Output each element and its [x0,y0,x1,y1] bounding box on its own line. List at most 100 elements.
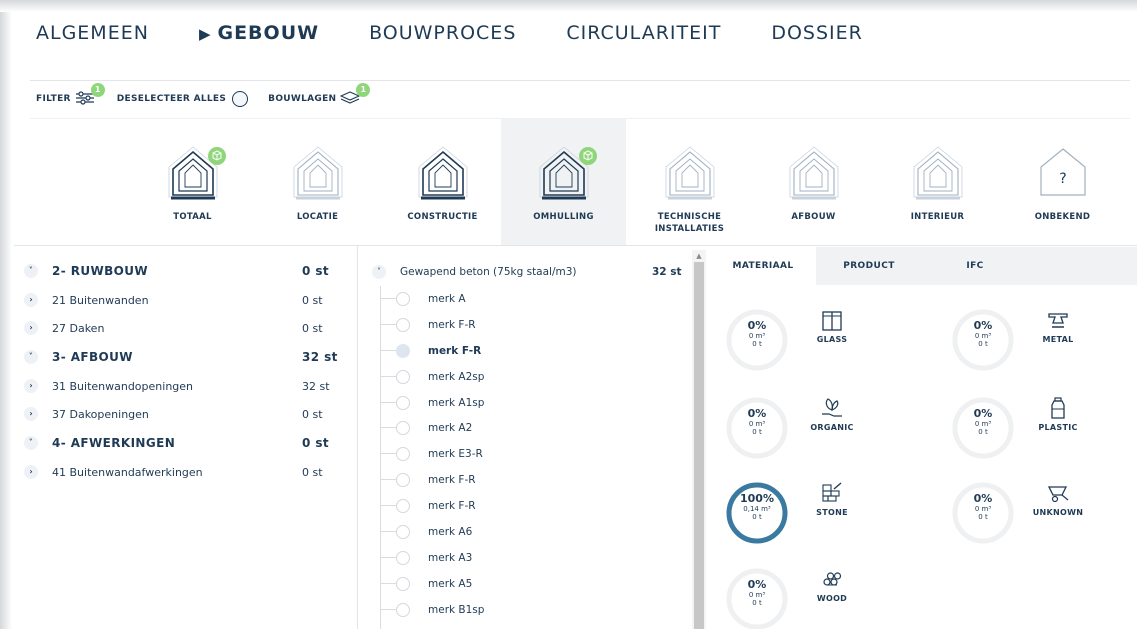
layers-button[interactable]: BOUWLAGEN 1 [268,82,371,108]
tab-materiaal[interactable]: MATERIAAL [710,247,816,285]
material-percent: 0% [973,492,993,505]
chevron-down-icon[interactable]: ˅ [24,264,38,278]
category-constructie[interactable]: CONSTRUCTIE [380,119,505,245]
material-plastic[interactable]: 0% 0 m³ 0 t PLASTIC [950,395,1110,475]
material-wood[interactable]: 0% 0 m³ 0 t WOOD [724,566,884,629]
tab-ifc[interactable]: IFC [922,247,1028,285]
svg-text:?: ? [1059,171,1066,187]
material-stone[interactable]: 100% 0,14 m³ 0 t STONE [724,480,884,560]
material-item[interactable]: merk A1sp [366,390,692,416]
material-glass[interactable]: 0% 0 m³ 0 t GLASS [724,307,884,387]
material-label: UNKNOWN [1032,508,1084,517]
window-shadow-top [0,0,1137,12]
layers-label: BOUWLAGEN [268,94,337,104]
tree-row-name: 27 Daken [52,321,105,335]
material-weight: 0 t [978,340,988,348]
chevron-right-icon[interactable]: › [24,465,38,479]
material-item[interactable]: merk A2 [366,415,692,441]
tree-group-row[interactable]: ˅ 3- AFBOUW 32 st [18,342,356,372]
chevron-down-icon[interactable]: ˅ [24,436,38,450]
tree-group-row[interactable]: ˅ 2- RUWBOUW 0 st [18,256,356,286]
category-onbekend[interactable]: ? ONBEKEND [1000,119,1125,245]
material-item-name: merk F-R [428,500,476,513]
material-metal[interactable]: 0% 0 m³ 0 t METAL [950,307,1110,387]
tab-bouwproces[interactable]: BOUWPROCES [369,22,516,44]
material-item[interactable]: merk F-R [366,338,692,364]
tree-item-row[interactable]: › 21 Buitenwanden 0 st [18,286,356,314]
anvil-icon [1048,313,1068,328]
material-item-name: merk A5 [428,577,473,590]
material-item[interactable]: merk A3 [366,545,692,571]
category-label: OMHULLING [533,212,594,222]
select-circle-icon[interactable] [396,602,410,617]
main-navigation: ALGEMEEN ▶ GEBOUW BOUWPROCES CIRCULARITEI… [36,18,913,48]
tree-group-row[interactable]: ˅ 4- AFWERKINGEN 0 st [18,428,356,458]
category-omhulling[interactable]: OMHULLING [501,119,626,245]
select-circle-icon[interactable] [396,550,410,565]
material-item[interactable]: merk A [366,286,692,312]
category-label: ONBEKEND [1034,212,1091,222]
material-volume: 0 m³ [974,420,992,428]
tree-connector-stub [380,453,396,455]
tab-gebouw[interactable]: ▶ GEBOUW [199,22,319,44]
chevron-right-icon[interactable]: › [24,293,38,307]
chevron-right-icon[interactable]: › [24,407,38,421]
category-afbouw[interactable]: AFBOUW [751,119,876,245]
select-circle-icon[interactable] [396,369,410,384]
select-circle-icon[interactable] [396,317,410,332]
material-item[interactable]: merk B1sp [366,597,692,623]
house-icon [418,146,468,200]
scrollbar-thumb[interactable] [694,262,704,629]
material-group-header[interactable]: ˅ Gewapend beton (75kg staal/m3) 32 st [366,258,692,286]
material-unknown[interactable]: 0% 0 m³ 0 t UNKNOWN [950,480,1110,560]
select-circle-icon[interactable] [396,343,410,358]
filter-label: FILTER [36,94,71,104]
select-circle-icon[interactable] [396,473,410,488]
tab-algemeen[interactable]: ALGEMEEN [36,22,149,44]
select-circle-icon[interactable] [396,421,410,436]
select-circle-icon[interactable] [396,447,410,462]
category-locatie[interactable]: LOCATIE [255,119,380,245]
category-technische-installaties[interactable]: TECHNISCHE INSTALLATIES [627,119,752,245]
tree-item-row[interactable]: › 31 Buitenwandopeningen 32 st [18,372,356,400]
wheelbarrow-icon [1047,486,1069,503]
tree-row-count: 32 st [302,379,330,393]
tree-item-row[interactable]: › 27 Daken 0 st [18,314,356,342]
tab-label: DOSSIER [771,22,863,44]
tab-label: CIRCULARITEIT [566,22,722,44]
material-item[interactable]: merk A2sp [366,364,692,390]
chevron-down-icon[interactable]: ˅ [24,350,38,364]
tree-item-row[interactable]: › 41 Buitenwandafwerkingen 0 st [18,458,356,486]
material-item[interactable]: merk A5 [366,571,692,597]
category-label: TECHNISCHE INSTALLATIES [654,212,725,234]
deselect-all-button[interactable]: DESELECTEER ALLES [117,91,249,107]
tab-circulariteit[interactable]: CIRCULARITEIT [566,22,721,44]
material-item[interactable]: merk F-R [366,312,692,338]
filter-button[interactable]: FILTER 1 [36,82,105,108]
material-label: METAL [1042,335,1074,344]
select-circle-icon[interactable] [396,576,410,591]
select-circle-icon[interactable] [396,395,410,410]
scroll-up-arrow-icon[interactable]: ▲ [694,252,704,260]
select-circle-icon[interactable] [396,524,410,539]
tree-item-row[interactable]: › 37 Dakopeningen 0 st [18,400,356,428]
category-totaal[interactable]: TOTAAL [130,119,255,245]
select-circle-icon[interactable] [396,499,410,514]
filter-bar: FILTER 1 DESELECTEER ALLES BOUWLAGEN 1 [36,82,374,111]
material-organic[interactable]: 0% 0 m³ 0 t ORGANIC [724,395,884,475]
tab-product[interactable]: PRODUCT [816,247,922,285]
material-item[interactable]: merk E3-R [366,441,692,467]
category-interieur[interactable]: INTERIEUR [875,119,1000,245]
material-item[interactable]: merk F-R [366,467,692,493]
category-row: TOTAAL LOCATIE CONSTRUCTIE OMHULLING TECHNIS… [130,119,1130,245]
select-circle-icon[interactable] [396,291,410,306]
tab-dossier[interactable]: DOSSIER [771,22,863,44]
ring-values: 0% 0 m³ 0 t [724,407,790,436]
material-item[interactable]: merk F-R [366,493,692,519]
tree-row-count: 0 st [302,264,330,278]
element-tree: ˅ 2- RUWBOUW 0 st › 21 Buitenwanden 0 st › 27 D… [18,256,356,486]
active-arrow-icon: ▶ [198,25,212,43]
chevron-right-icon[interactable]: › [24,379,38,393]
material-item[interactable]: merk A6 [366,519,692,545]
chevron-right-icon[interactable]: › [24,321,38,335]
